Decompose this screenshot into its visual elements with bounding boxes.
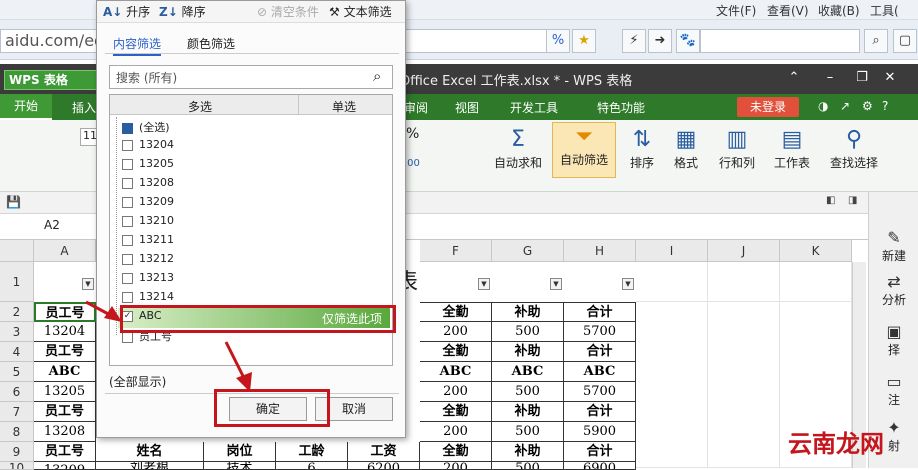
- arrow-to-ok: [224, 341, 246, 379]
- arrow-to-abc-head: [104, 306, 122, 322]
- annotation-arrows: [85, 300, 252, 392]
- watermark: 云南龙网: [788, 429, 884, 458]
- arrow-to-ok-head: [236, 372, 252, 392]
